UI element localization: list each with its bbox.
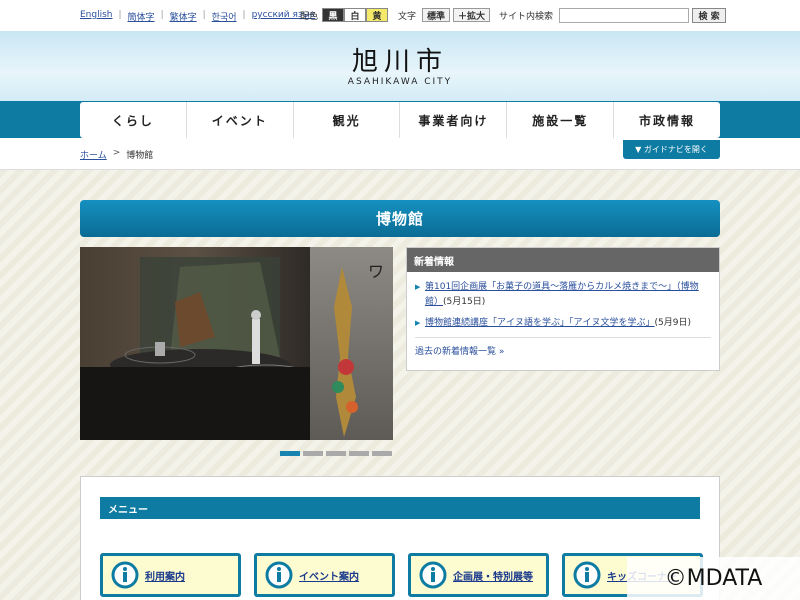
info-icon [111,561,139,589]
info-icon [573,561,601,589]
news-box: 新着情報 第101回企画展「お菓子の道具～落雁からカルメ焼きまで～」（博物館）(… [406,247,720,371]
slider-dot[interactable] [372,451,392,456]
breadcrumb-current: 博物館 [126,151,154,161]
color-black-button[interactable]: 黒 [322,8,345,22]
guide-navi-button[interactable]: ▼ ガイドナビを開く [623,140,720,159]
search-label: サイト内検索 [499,12,554,22]
color-yellow-button[interactable]: 黄 [366,8,389,22]
menu-card-label: イベント案内 [299,571,359,583]
list-item: 第101回企画展「お菓子の道具～落雁からカルメ焼きまで～」（博物館）(5月15日… [415,280,711,310]
separator: | [118,10,122,20]
utility-bar: English | 簡体字 | 繁体字 | 한국어 | русский язык 配色 … [0,0,800,31]
color-white-button[interactable]: 白 [344,8,367,22]
menu-cards: 利用案内 イベント案内 企画展・特別展等 キッズコーナー [100,553,716,597]
global-nav: くらし イベント 観光 事業者向け 施設一覧 市政情報 [80,102,720,138]
font-size-label: 文字 [398,11,417,22]
info-icon [419,561,447,589]
site-header: 旭川市 ASAHIKAWA CITY [0,31,800,101]
lang-korean-link[interactable]: 한국어 [212,10,237,23]
menu-card-label: 企画展・特別展等 [453,571,533,583]
slider-dot[interactable] [349,451,369,456]
museum-exhibit-image: ワ [80,247,393,440]
lang-simplified-chinese-link[interactable]: 簡体字 [128,10,155,23]
list-item: 博物館連続講座「アイヌ語を学ぶ」「アイヌ文学を学ぶ」(5月9日) [415,316,711,331]
news-link[interactable]: 博物館連続講座「アイヌ語を学ぶ」「アイヌ文学を学ぶ」 [425,318,655,328]
nav-item-event[interactable]: イベント [187,102,294,138]
font-standard-button[interactable]: 標準 [422,8,451,22]
copyright-watermark: ©MDATA [627,557,800,600]
separator: | [202,10,206,20]
menu-card-exhibitions[interactable]: 企画展・特別展等 [408,553,549,597]
menu-heading: メニュー [100,497,700,519]
language-links: English | 簡体字 | 繁体字 | 한국어 | русский язык [80,10,315,23]
nav-item-kurashi[interactable]: くらし [80,102,187,138]
slider-dot[interactable] [280,451,300,456]
font-enlarge-button[interactable]: ＋拡大 [453,8,491,22]
font-size-group: 文字 標準 ＋拡大 [398,8,493,22]
search-button[interactable]: 検 索 [692,8,727,23]
search-input[interactable] [559,8,690,23]
divider [415,337,711,338]
breadcrumb-bar: ホーム > 博物館 ▼ ガイドナビを開く [0,138,800,170]
separator: | [242,10,246,20]
color-scheme-group: 配色 黒 白 黄 [300,8,389,22]
breadcrumb-home-link[interactable]: ホーム [80,148,107,161]
slider-dot[interactable] [303,451,323,456]
nav-item-sightseeing[interactable]: 観光 [294,102,401,138]
nav-item-city-info[interactable]: 市政情報 [614,102,720,138]
svg-text:ワ: ワ [368,262,384,281]
slider-dot[interactable] [326,451,346,456]
nav-item-facilities[interactable]: 施設一覧 [507,102,615,138]
global-nav-band: くらし イベント 観光 事業者向け 施設一覧 市政情報 [0,101,800,138]
news-date: (5月9日) [654,318,691,328]
menu-card-label: 利用案内 [145,571,185,583]
nav-item-business[interactable]: 事業者向け [400,102,508,138]
separator: | [160,10,164,20]
news-date: (5月15日) [443,297,486,307]
menu-card-events[interactable]: イベント案内 [254,553,395,597]
news-archive-link[interactable]: 過去の新着情報一覧 » [415,347,504,357]
site-logo[interactable]: 旭川市 [0,41,800,78]
hero-slideshow-image[interactable]: ワ [80,247,393,440]
info-icon [265,561,293,589]
site-search: サイト内検索 検 索 [499,8,727,23]
news-heading: 新着情報 [407,248,719,272]
lang-traditional-chinese-link[interactable]: 繁体字 [170,10,197,23]
slider-indicators [280,451,395,456]
page-title: 博物館 [80,200,720,237]
color-label: 配色 [300,11,319,22]
news-list: 第101回企画展「お菓子の道具～落雁からカルメ焼きまで～」（博物館）(5月15日… [407,272,719,357]
breadcrumb: ホーム > 博物館 [80,148,153,161]
site-logo-subtitle: ASAHIKAWA CITY [347,77,453,87]
menu-panel: メニュー 利用案内 イベント案内 企画展・特別展等 キッズコーナー [80,476,720,600]
breadcrumb-separator: > [112,148,121,158]
lang-english-link[interactable]: English [80,10,113,23]
menu-card-guide[interactable]: 利用案内 [100,553,241,597]
